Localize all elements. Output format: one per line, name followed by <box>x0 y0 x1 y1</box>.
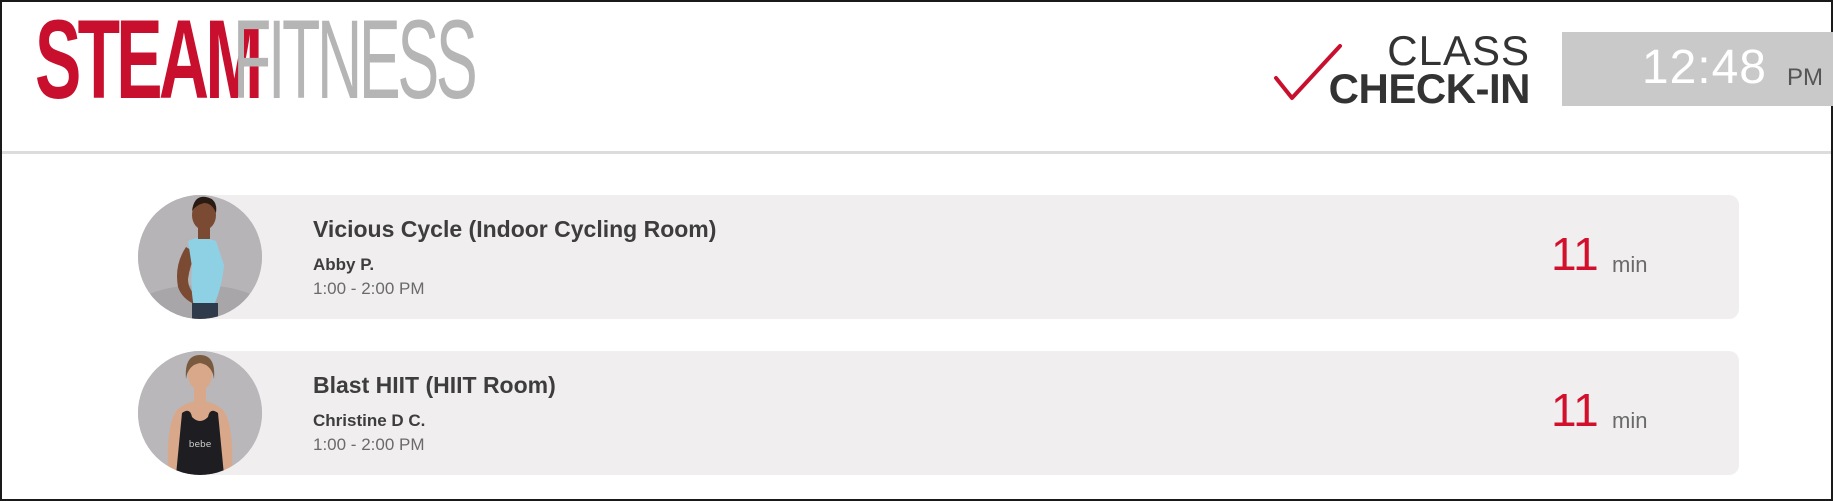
instructor-name: Abby P. <box>313 255 375 274</box>
checkin-line-checkin: CHECK-IN <box>1328 65 1531 112</box>
countdown-unit: min <box>1612 252 1648 277</box>
countdown-value: 11 <box>1551 228 1599 280</box>
class-checkin-title: CLASS CHECK-IN <box>1272 30 1531 112</box>
clock-display: 12:48 PM <box>1562 32 1833 106</box>
class-card-background <box>200 195 1739 319</box>
class-card[interactable]: Vicious Cycle (Indoor Cycling Room) Abby… <box>138 195 1739 319</box>
countdown-value: 11 <box>1551 384 1599 436</box>
instructor-avatar <box>138 195 262 319</box>
instructor-avatar: bebe <box>138 351 262 475</box>
class-card[interactable]: bebe Blast HIIT (HIIT Room) Christine D … <box>138 351 1739 475</box>
class-time: 1:00 - 2:00 PM <box>313 279 425 298</box>
svg-text:bebe: bebe <box>189 440 212 450</box>
logo-steam-text: STEAM <box>35 0 263 122</box>
header: STEAM FITNESS CLASS CHECK-IN 12:48 PM <box>2 2 1833 154</box>
steam-fitness-logo: STEAM FITNESS <box>35 4 478 116</box>
countdown-unit: min <box>1612 408 1648 433</box>
instructor-name: Christine D C. <box>313 411 426 430</box>
clock-time: 12:48 <box>1641 41 1767 94</box>
logo-fitness-text: FITNESS <box>233 0 478 122</box>
class-card-background <box>200 351 1739 475</box>
class-name: Blast HIIT (HIIT Room) <box>313 372 556 398</box>
class-time: 1:00 - 2:00 PM <box>313 435 425 454</box>
clock-ampm: PM <box>1787 64 1823 91</box>
class-name: Vicious Cycle (Indoor Cycling Room) <box>313 216 717 242</box>
